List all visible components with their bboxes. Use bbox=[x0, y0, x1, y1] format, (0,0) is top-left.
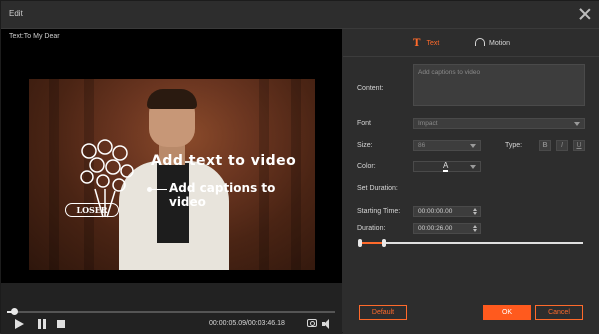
font-label: Font bbox=[357, 120, 372, 127]
duration-input[interactable]: 00:00:26.00 bbox=[413, 223, 481, 234]
chevron-down-icon bbox=[470, 165, 476, 169]
underline-button[interactable]: U bbox=[573, 140, 585, 151]
video-caption-text: Add captions to video bbox=[169, 181, 276, 209]
set-duration-label: Set Duration: bbox=[357, 185, 398, 192]
video-preview: LOSER Add text to video Add captions to … bbox=[29, 79, 315, 270]
tab-motion[interactable]: Motion bbox=[475, 38, 510, 47]
volume-icon[interactable] bbox=[322, 319, 334, 329]
size-label: Size: bbox=[357, 142, 373, 149]
tab-bar: T Text Motion bbox=[343, 29, 599, 57]
range-end-handle[interactable] bbox=[382, 239, 386, 247]
flower-bouquet-icon bbox=[80, 139, 134, 218]
close-icon[interactable] bbox=[578, 7, 592, 21]
bold-button[interactable]: B bbox=[539, 140, 551, 151]
title-bar: Edit bbox=[1, 1, 599, 29]
starting-time-input[interactable]: 00:00:00.00 bbox=[413, 206, 481, 217]
pause-icon[interactable] bbox=[37, 318, 49, 330]
stop-icon[interactable] bbox=[57, 320, 65, 328]
settings-panel: T Text Motion Content: Add captions to vi… bbox=[343, 29, 599, 334]
size-select[interactable]: 86 bbox=[413, 140, 481, 151]
playback-time: 00:00:05.09/00:03:46.18 bbox=[209, 320, 285, 327]
color-label: Color: bbox=[357, 163, 376, 170]
playback-progress[interactable] bbox=[7, 308, 335, 315]
window-title: Edit bbox=[9, 9, 23, 18]
camera-icon[interactable] bbox=[307, 319, 317, 327]
video-overlay-text: Add text to video bbox=[151, 153, 297, 169]
color-swatch: A bbox=[443, 161, 449, 172]
italic-button[interactable]: I bbox=[556, 140, 568, 151]
content-label: Content: bbox=[357, 85, 384, 92]
video-banner: LOSER bbox=[65, 203, 119, 217]
text-icon: T bbox=[413, 38, 421, 49]
play-icon[interactable] bbox=[15, 319, 24, 329]
preview-label: Text:To My Dear bbox=[9, 33, 60, 40]
motion-icon bbox=[475, 38, 485, 46]
duration-label: Duration: bbox=[357, 225, 386, 232]
type-label: Type: bbox=[505, 142, 523, 149]
range-start-handle[interactable] bbox=[358, 239, 362, 247]
tab-text[interactable]: T Text bbox=[413, 38, 439, 49]
player-controls bbox=[1, 283, 342, 334]
ok-button[interactable]: OK bbox=[483, 305, 531, 320]
starting-time-label: Starting Time: bbox=[357, 208, 401, 215]
default-button[interactable]: Default bbox=[359, 305, 407, 320]
chevron-down-icon bbox=[470, 144, 476, 148]
font-select[interactable]: Impact bbox=[413, 118, 585, 129]
duration-range-slider[interactable] bbox=[358, 239, 583, 247]
edit-window: Edit Text:To My Dear LOSER Add text to v… bbox=[0, 0, 599, 334]
cancel-button[interactable]: Cancel bbox=[535, 305, 583, 320]
content-input[interactable]: Add captions to video bbox=[413, 64, 585, 106]
chevron-down-icon bbox=[574, 122, 580, 126]
